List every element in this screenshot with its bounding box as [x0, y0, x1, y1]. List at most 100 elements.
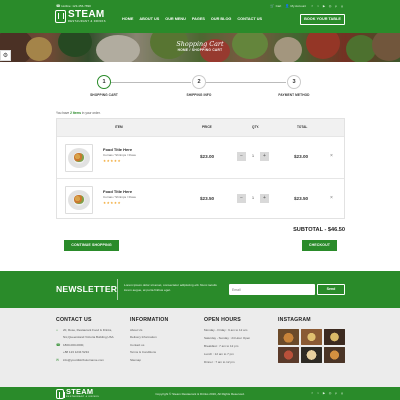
nav-contact-us[interactable]: CONTACT US [237, 17, 262, 21]
instagram-photo[interactable] [301, 329, 322, 345]
step-number: 1 [97, 75, 111, 89]
nav-our-menu[interactable]: OUR MENU [165, 17, 186, 21]
phone-icon: ☎ [56, 4, 61, 8]
settings-tab[interactable]: ⚙ [0, 50, 11, 61]
nav-about-us[interactable]: ABOUT US [139, 17, 159, 21]
address-line: ⌂ 20, Rose, Restaurant Food & Drinks, [56, 328, 113, 332]
step-number: 3 [287, 75, 301, 89]
pinterest-icon[interactable]: p [334, 4, 338, 8]
googleplus-icon[interactable]: g [340, 391, 344, 395]
item-price: $23.50 [200, 196, 215, 201]
footer-link-about[interactable]: About Us [130, 328, 168, 333]
header-item: ITEM [115, 125, 123, 129]
facebook-icon[interactable]: f [310, 391, 314, 395]
send-button[interactable]: Send [317, 284, 345, 295]
quantity-stepper: − 1 + [237, 194, 269, 203]
footer-link-delivery[interactable]: Delivery Information [130, 336, 168, 340]
mail-icon: ✉ [56, 357, 59, 362]
item-total: $23.00 [294, 154, 309, 159]
facebook-icon[interactable]: f [310, 4, 314, 8]
quantity-value[interactable]: 1 [246, 194, 260, 203]
quantity-value[interactable]: 1 [246, 152, 260, 161]
continue-shopping-button[interactable]: CONTINUE SHOPPING [64, 240, 119, 251]
contact-title: CONTACT US [56, 317, 92, 323]
footer-link-sitemap[interactable]: Sitemap [130, 358, 168, 363]
plus-button[interactable]: + [260, 194, 269, 203]
top-header: ☎Hotline: 123-456-7890 🛒Cart 👤My Account… [0, 0, 400, 33]
remove-icon[interactable]: × [330, 195, 333, 201]
instagram-icon[interactable]: ◎ [328, 4, 332, 8]
hours-line: Breakfast : 7 am to 12 pm [204, 343, 239, 348]
checkout-button[interactable]: CHECKOUT [302, 240, 337, 251]
minus-button[interactable]: − [237, 152, 246, 161]
instagram-column: INSTAGRAM [278, 317, 345, 363]
instagram-icon[interactable]: ◎ [328, 391, 332, 395]
food-thumbnail[interactable] [65, 186, 93, 214]
twitter-icon[interactable]: t [316, 391, 320, 395]
food-thumbnail[interactable] [65, 144, 93, 172]
site-footer: CONTACT US ⌂ 20, Rose, Restaurant Food & … [0, 308, 400, 387]
phone-line: ☎ 1800-000-0000, [56, 342, 85, 347]
nav-our-blog[interactable]: OUR BLOG [211, 17, 231, 21]
footer-link-terms[interactable]: Terms & Conditions [130, 351, 168, 355]
step-label: PAYMENT METHOD [278, 93, 310, 97]
breadcrumb: HOME / SHOPPING CART [177, 48, 223, 52]
social-links: f t ▶ ◎ p g [310, 4, 344, 8]
table-header: ITEM PRICE QTY. TOTAL [57, 119, 344, 136]
instagram-photo[interactable] [301, 347, 322, 363]
instagram-photo[interactable] [324, 347, 345, 363]
book-table-button[interactable]: BOOK YOUR TABLE [300, 14, 345, 25]
cart-table: ITEM PRICE QTY. TOTAL Food Title Here Cu… [56, 118, 345, 219]
header-price: PRICE [202, 125, 212, 129]
hours-line: Monday - Friday : 9 am to 12 am [204, 328, 248, 332]
gear-icon: ⚙ [2, 53, 9, 59]
remove-icon[interactable]: × [330, 153, 333, 159]
table-row: Food Title Here Curnas / Shrimps / Rosa … [57, 178, 344, 220]
contact-column: CONTACT US ⌂ 20, Rose, Restaurant Food & … [56, 317, 114, 366]
twitter-icon[interactable]: t [316, 4, 320, 8]
step-label: SHOPPING CART [90, 93, 118, 97]
item-title[interactable]: Food Title Here [103, 147, 132, 152]
pinterest-icon[interactable]: p [334, 391, 338, 395]
rating-stars-icon: ★★★★★ [103, 201, 122, 205]
hero-banner: Shopping Cart HOME / SHOPPING CART [0, 33, 400, 62]
cart-icon: 🛒 [270, 4, 275, 8]
brand-logo[interactable]: STEAM RESTAURANT & DRINKS [55, 10, 106, 23]
step-label: SHIPPING INFO [186, 93, 212, 97]
cart-link[interactable]: 🛒Cart [270, 3, 281, 9]
nav-pages[interactable]: PAGES [192, 17, 205, 21]
step-shipping-info[interactable]: 2 SHIPPING INFO [169, 75, 229, 97]
instagram-photo[interactable] [278, 347, 299, 363]
divider [117, 279, 118, 300]
brand-tagline: RESTAURANT & DRINKS [68, 20, 106, 23]
minus-button[interactable]: − [237, 194, 246, 203]
instagram-photo[interactable] [278, 329, 299, 345]
account-link[interactable]: 👤My Account [285, 3, 306, 9]
footer-link-contact[interactable]: Contact us [130, 343, 168, 348]
email-line[interactable]: ✉ info@yourdistributorname.com [56, 357, 114, 363]
header-total: TOTAL [297, 125, 308, 129]
main-nav: HOME ABOUT US OUR MENU PAGES OUR BLOG CO… [122, 17, 262, 21]
phone-icon: ☎ [56, 342, 61, 347]
youtube-icon[interactable]: ▶ [322, 4, 326, 8]
hours-line: Dinner : 7 am to 12 pm [204, 359, 235, 364]
information-title: INFORMATION [130, 317, 169, 323]
youtube-icon[interactable]: ▶ [322, 391, 326, 395]
item-title[interactable]: Food Title Here [103, 189, 132, 194]
step-number: 2 [192, 75, 206, 89]
instagram-photo[interactable] [324, 329, 345, 345]
cart-subtotal: SUBTOTAL - $46.50 [293, 227, 345, 233]
step-payment-method[interactable]: 3 PAYMENT METHOD [264, 75, 324, 97]
nav-home[interactable]: HOME [122, 17, 133, 21]
footer-social-links: f t ▶ ◎ p g [310, 391, 344, 395]
brand-name: STEAM [68, 9, 105, 20]
checkout-steps: 1 SHOPPING CART 2 SHIPPING INFO 3 PAYMEN… [72, 75, 327, 105]
instagram-title: INSTAGRAM [278, 317, 311, 323]
instagram-grid [278, 329, 345, 363]
googleplus-icon[interactable]: g [340, 4, 344, 8]
item-subtitle: Curnas / Shrimps / Rosa [103, 153, 136, 157]
email-field[interactable] [229, 284, 315, 295]
step-shopping-cart[interactable]: 1 SHOPPING CART [74, 75, 134, 97]
hours-line: Lunch : 12 am to 7 pm [204, 351, 234, 356]
plus-button[interactable]: + [260, 152, 269, 161]
